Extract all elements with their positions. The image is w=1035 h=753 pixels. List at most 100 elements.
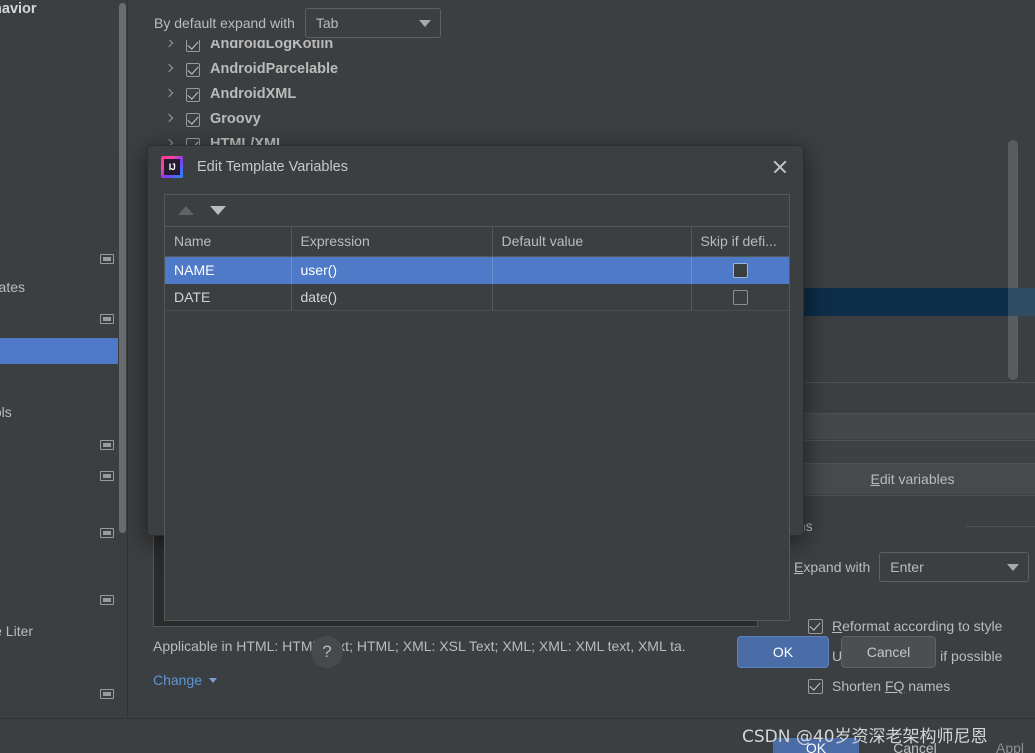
app-root: & Behavior g me s de Templates ngs ates … [0,0,1035,753]
panel-divider-5 [790,495,1035,496]
cell-skip-if-defined[interactable] [691,256,789,284]
sidebar-item-8[interactable] [0,463,128,489]
edit-variables-button[interactable]: Edit variables [790,464,1035,494]
settings-sidebar[interactable]: & Behavior g me s de Templates ngs ates … [0,0,128,718]
chevron-down-icon [209,677,218,683]
panel-band-1 [790,383,1035,413]
panel-band-2 [790,414,1035,439]
tree-row-androidlogkotlin[interactable]: AndroidLogKotlin [154,40,1005,57]
sidebar-item-6[interactable]: esign Tools [0,399,128,425]
cell-default-value[interactable] [492,283,692,311]
sidebar-scrollbar[interactable] [118,0,127,718]
tree-checkbox[interactable] [186,87,200,102]
dialog-cancel-button[interactable]: Cancel [841,636,936,668]
option-label-rest: eformat according to style [842,618,1003,634]
tree-checkbox[interactable] [186,62,200,77]
intellij-logo-text: IJ [164,159,180,175]
default-expand-combobox[interactable]: Tab [304,8,441,38]
panel-band-3 [790,441,1035,463]
edit-template-variables-dialog: IJ Edit Template Variables Name Expressi… [147,145,936,668]
sidebar-item-label: Compose Liter [0,623,34,639]
sidebar-header: & Behavior [0,1,37,17]
option-reformat-according-to-style[interactable]: Reformat according to style [808,618,1002,634]
sidebar-item-3[interactable]: de Templates [0,274,128,300]
sidebar-item-12[interactable]: guages [0,650,128,676]
expand-with-label: Expand with [794,559,870,575]
option-label-pre: Shorten [832,678,885,694]
tree-row-label: Groovy [210,111,261,127]
edit-variables-mnemonic: E [870,471,880,487]
cell-expression[interactable]: user() [291,256,493,284]
default-expand-value: Tab [315,15,339,31]
expand-with-value: Enter [890,559,924,575]
option-checkbox[interactable] [808,618,823,634]
chevron-right-icon[interactable] [164,63,174,72]
sidebar-item-10[interactable]: njections [0,587,128,613]
tree-scrollbar-thumb[interactable] [1008,140,1018,380]
sidebar-item-2[interactable]: s [0,246,128,272]
close-icon[interactable] [771,158,789,176]
sidebar-item-7[interactable] [0,432,128,458]
chevron-right-icon[interactable] [164,113,174,122]
cell-name[interactable]: NAME [165,256,292,284]
variables-table-container: Name Expression Default value Skip if de… [164,194,790,621]
tree-checkbox[interactable] [186,112,200,127]
tree-selected-row-highlight [793,288,1035,316]
tree-row-label: AndroidXML [210,86,297,102]
tree-row-label: AndroidLogKotlin [210,40,334,52]
tree-row-groovy[interactable]: Groovy [154,107,1005,132]
sidebar-item-11[interactable]: Compose Liter [0,618,128,644]
move-up-icon[interactable] [178,206,194,215]
tree-row-androidxml[interactable]: AndroidXML [154,82,1005,107]
tree-row-androidparcelable[interactable]: AndroidParcelable [154,57,1005,82]
settings-sync-badge-icon [100,471,114,481]
settings-sync-badge-icon [100,254,114,264]
csdn-watermark: CSDN @40岁资深老架构师尼恩 [742,727,988,747]
chevron-right-icon[interactable] [164,40,174,47]
cell-default-value[interactable] [492,256,692,284]
skip-if-defined-checkbox[interactable] [732,262,748,278]
table-row[interactable]: DATE date() [165,283,789,311]
tree-checkbox[interactable] [186,40,200,52]
move-down-icon[interactable] [210,206,226,215]
settings-sync-badge-icon [100,689,114,699]
table-header-row: Name Expression Default value Skip if de… [165,227,789,257]
chevron-down-icon [418,20,431,27]
column-header-name[interactable]: Name [165,227,292,257]
sidebar-item-9[interactable]: er [0,520,128,546]
variables-table[interactable]: Name Expression Default value Skip if de… [165,227,789,311]
cell-name[interactable]: DATE [165,283,292,311]
option-label: Reformat according to style [832,618,1002,634]
option-mnemonic: FQ [884,678,905,694]
chevron-down-icon [1007,564,1020,571]
sidebar-item-label: de Templates [0,279,26,295]
dialog-ok-button[interactable]: OK [737,636,829,668]
column-header-skip-if-defined[interactable]: Skip if defi... [691,227,789,257]
chevron-right-icon[interactable] [164,88,174,97]
sidebar-item-1[interactable]: me [0,181,128,207]
sidebar-item-13[interactable]: de [0,681,128,707]
sidebar-item-live-templates[interactable]: ates [0,338,128,364]
expand-with-combobox[interactable]: Enter [879,552,1030,582]
option-checkbox[interactable] [808,678,823,694]
help-icon: ? [322,642,332,661]
dialog-title: Edit Template Variables [197,159,348,175]
help-button[interactable]: ? [311,636,343,668]
sidebar-scrollbar-thumb[interactable] [119,3,126,533]
tree-selected-row-scroll-highlight [1008,288,1035,316]
option-mnemonic: R [832,618,843,634]
column-header-expression[interactable]: Expression [291,227,493,257]
sidebar-item-0[interactable]: g [0,116,128,142]
option-shorten-fq-names[interactable]: Shorten FQ names [808,678,950,694]
cell-skip-if-defined[interactable] [691,283,789,311]
skip-if-defined-checkbox[interactable] [732,289,748,305]
column-header-default-value[interactable]: Default value [492,227,692,257]
settings-sync-badge-icon [100,595,114,605]
option-label-rest: names [904,678,951,694]
sidebar-item-4[interactable]: ngs [0,306,128,332]
variables-table-toolbar [165,195,789,227]
cell-expression[interactable]: date() [291,283,493,311]
table-row[interactable]: NAME user() [165,256,789,284]
tree-row-label: AndroidParcelable [210,61,339,77]
change-context-link[interactable]: Change [153,672,218,688]
